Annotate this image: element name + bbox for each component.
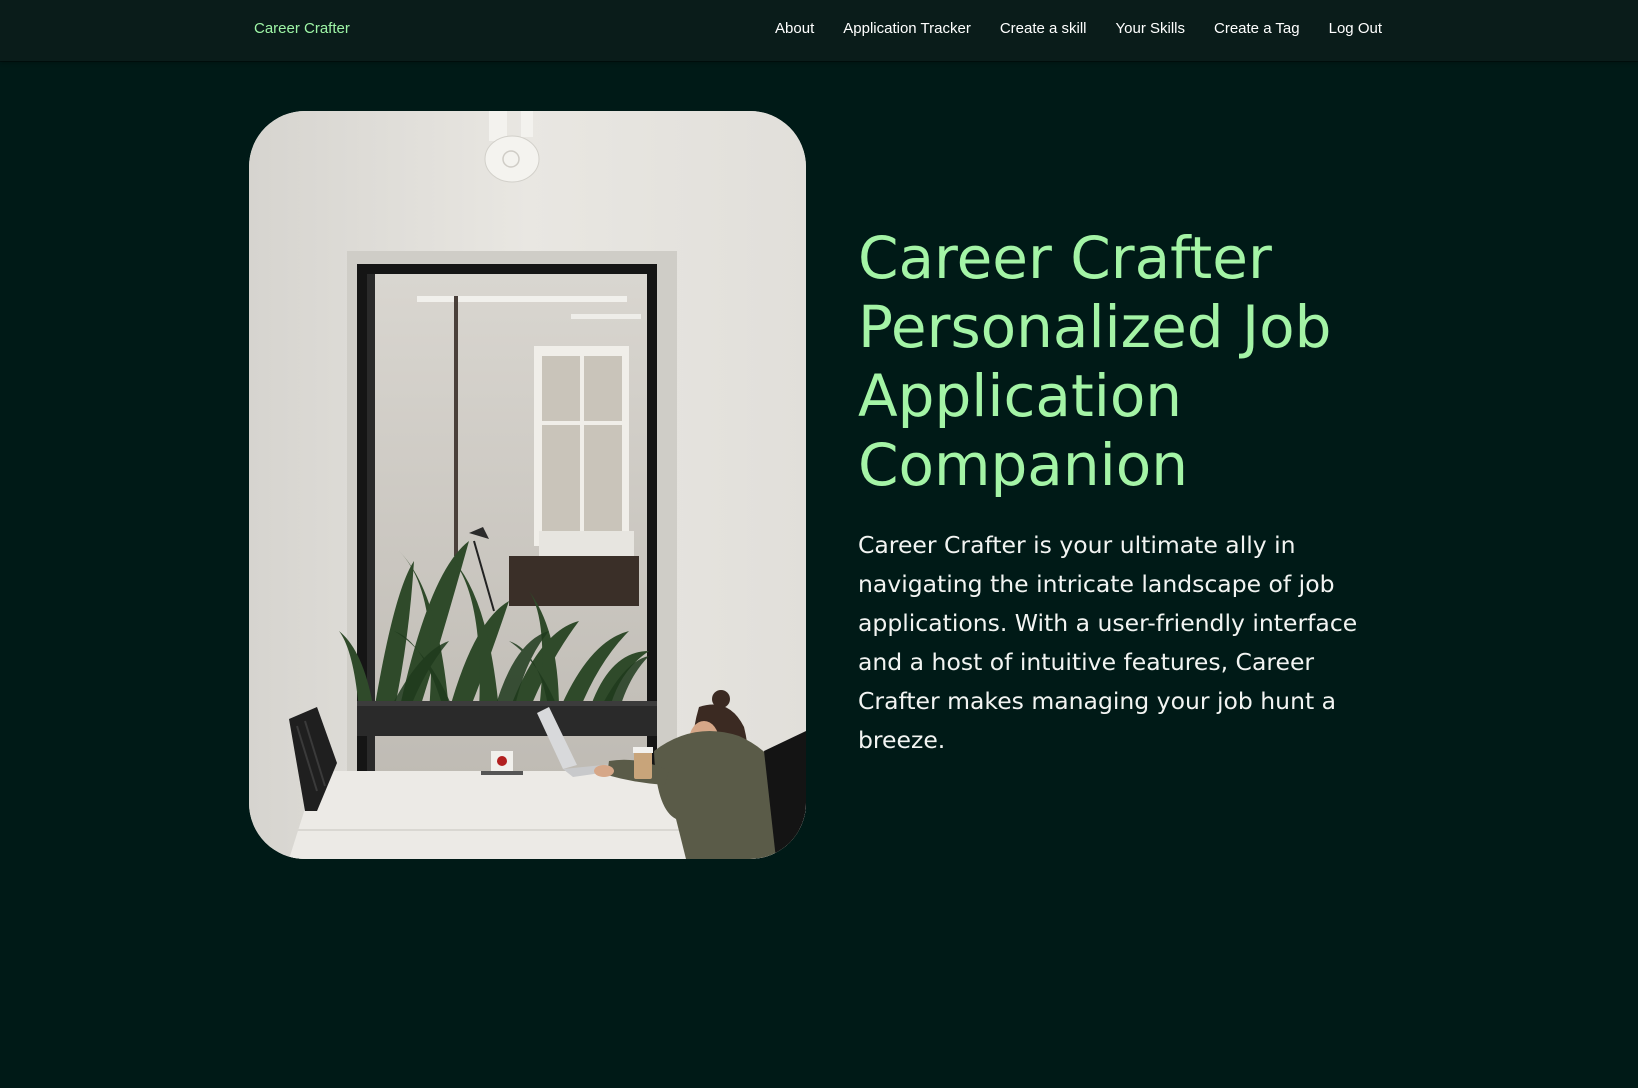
top-navbar: Career Crafter About Application Tracker… — [0, 0, 1638, 61]
nav-link-create-tag[interactable]: Create a Tag — [1214, 20, 1300, 37]
hero-text: Career Crafter Personalized Job Applicat… — [858, 224, 1378, 760]
nav-link-your-skills[interactable]: Your Skills — [1116, 20, 1185, 37]
nav-link-log-out[interactable]: Log Out — [1329, 20, 1382, 37]
hero-title: Career Crafter Personalized Job Applicat… — [858, 224, 1332, 499]
hero-description: Career Crafter is your ultimate ally in … — [858, 531, 1358, 754]
nav-link-application-tracker[interactable]: Application Tracker — [843, 20, 971, 37]
nav-link-create-skill[interactable]: Create a skill — [1000, 20, 1087, 37]
hero-image — [249, 111, 806, 859]
brand-link[interactable]: Career Crafter — [254, 20, 350, 37]
nav-links: About Application Tracker Create a skill… — [720, 20, 1382, 37]
nav-link-about[interactable]: About — [775, 20, 814, 37]
